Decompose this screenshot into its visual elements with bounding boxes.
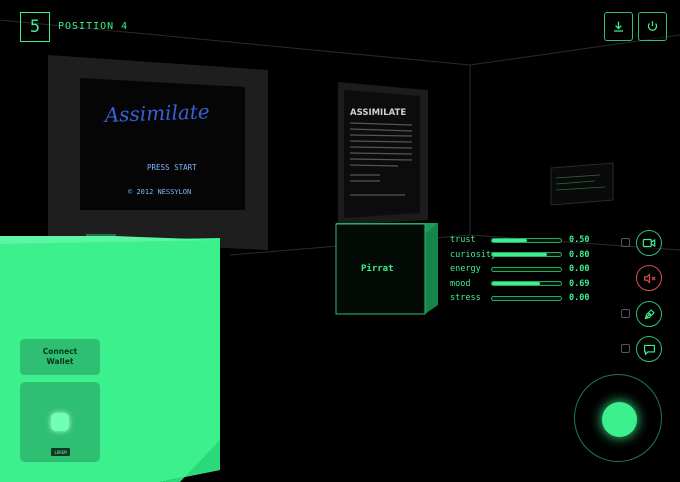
press-start-text: PRESS START — [147, 163, 197, 172]
stat-bar — [491, 295, 562, 301]
mute-button[interactable] — [636, 265, 662, 291]
camera-button[interactable] — [636, 230, 662, 256]
speaker-muted-icon — [643, 272, 656, 284]
movement-joystick[interactable] — [574, 374, 662, 462]
stat-value: 0.69 — [569, 278, 590, 289]
stat-bar — [491, 252, 562, 258]
stat-bar — [491, 266, 562, 272]
cube-label: Pirrat — [361, 263, 394, 274]
slot-number[interactable]: 5 — [20, 12, 50, 42]
stats-panel: trust 0.50 curiosity 0.80 energy 0.00 mood 0.69… — [450, 233, 595, 306]
video-camera-icon — [642, 238, 656, 248]
pen-tool-icon — [644, 308, 655, 319]
wall-terminal — [550, 162, 614, 206]
stat-bar — [491, 237, 562, 243]
action-pad[interactable]: LOREM — [19, 381, 101, 463]
stat-value: 0.50 — [569, 235, 590, 246]
poster-title: ASSIMILATE — [350, 108, 406, 118]
stat-bar-fill — [492, 238, 527, 242]
stat-label: stress — [450, 293, 481, 304]
stat-bar-fill — [492, 253, 548, 257]
position-label: POSITION 4 — [58, 21, 129, 32]
key-hint — [621, 238, 630, 247]
stat-row-curiosity: curiosity 0.80 — [450, 248, 595, 263]
stat-bar-fill — [492, 282, 540, 286]
stat-label: energy — [450, 264, 481, 275]
key-hint — [621, 309, 630, 318]
chat-button[interactable] — [636, 336, 662, 362]
stat-label: curiosity — [450, 249, 497, 260]
connect-wallet-label: Connect Wallet — [42, 347, 78, 366]
stat-row-stress: stress 0.00 — [450, 291, 595, 306]
joystick-knob[interactable] — [602, 402, 637, 437]
poster-frame — [338, 82, 428, 225]
download-icon — [614, 21, 623, 32]
stat-row-trust: trust 0.50 — [450, 233, 595, 248]
download-button[interactable] — [604, 12, 633, 41]
arcade-monitor — [48, 55, 268, 250]
power-icon — [647, 21, 658, 31]
stat-value: 0.00 — [569, 293, 590, 304]
pad-knob[interactable] — [51, 413, 69, 431]
stat-value: 0.00 — [569, 264, 590, 275]
power-button[interactable] — [638, 12, 667, 41]
stat-bar — [491, 281, 562, 287]
stat-row-mood: mood 0.69 — [450, 277, 595, 292]
copyright-text: © 2012 NESSYLON — [128, 188, 191, 196]
pad-tag: LOREM — [51, 448, 70, 456]
stat-label: trust — [450, 235, 476, 246]
pen-button[interactable] — [636, 301, 662, 327]
stat-value: 0.80 — [569, 249, 590, 260]
stat-row-energy: energy 0.00 — [450, 262, 595, 277]
stat-label: mood — [450, 278, 471, 289]
connect-wallet-button[interactable]: Connect Wallet — [19, 338, 101, 376]
game-logo: Assimilate — [102, 99, 210, 127]
key-hint — [621, 344, 630, 353]
chat-bubble-icon — [643, 344, 655, 356]
